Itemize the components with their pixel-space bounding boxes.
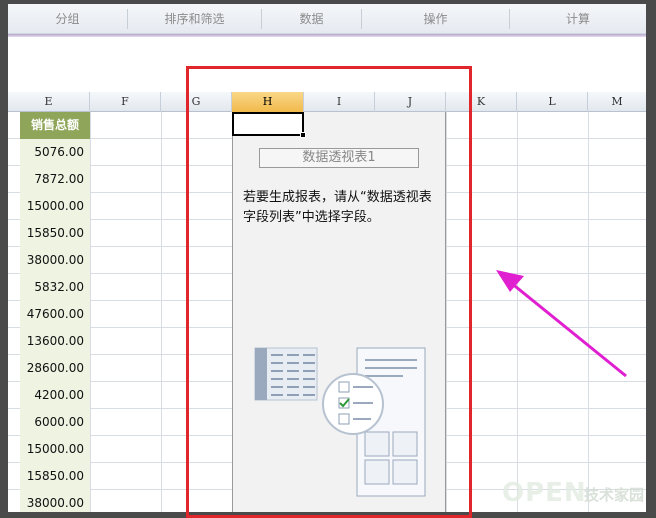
sales-value-cell[interactable]: 7872.00: [20, 166, 90, 193]
watermark-suffix: 技术家园: [584, 486, 645, 504]
grid-column-line: [90, 112, 91, 512]
sales-value-cell[interactable]: 6000.00: [20, 409, 90, 436]
sales-value-cell[interactable]: 47600.00: [20, 301, 90, 328]
grid-column-line: [446, 112, 447, 512]
column-header-k[interactable]: K: [446, 92, 517, 112]
ribbon-group-bar: 分组 排序和筛选 数据 操作 计算: [8, 4, 646, 34]
pivot-table-placeholder[interactable]: 数据透视表1 若要生成报表，请从“数据透视表字段列表”中选择字段。: [232, 112, 446, 512]
column-header-m[interactable]: M: [588, 92, 646, 112]
sales-value-cell[interactable]: 13600.00: [20, 328, 90, 355]
sales-value-cell[interactable]: 5076.00: [20, 139, 90, 166]
ribbon-group-group: 分组: [8, 9, 128, 29]
sales-value-cell[interactable]: 38000.00: [20, 490, 90, 512]
pivot-grid-icon: [254, 347, 318, 401]
grid-column-line: [161, 112, 162, 512]
column-header-row: E F G H I J K L M: [8, 92, 646, 112]
watermark-logo: OPEN 技术家园: [502, 476, 652, 512]
sales-total-header[interactable]: 销售总额: [20, 112, 90, 139]
ribbon-group-data: 数据: [262, 9, 362, 29]
pivot-table-title: 数据透视表1: [259, 148, 419, 168]
sales-value-cell[interactable]: 15000.00: [20, 436, 90, 463]
column-header-i[interactable]: I: [304, 92, 375, 112]
pointer-arrow-icon: [496, 270, 627, 378]
pivot-illustration-icon: [254, 347, 426, 497]
column-header-e[interactable]: E: [8, 92, 90, 112]
sales-value-cell[interactable]: 15000.00: [20, 193, 90, 220]
ribbon-group-sort-filter: 排序和筛选: [128, 9, 262, 29]
column-header-j[interactable]: J: [375, 92, 446, 112]
sales-value-cell[interactable]: 5832.00: [20, 274, 90, 301]
column-header-f[interactable]: F: [90, 92, 161, 112]
column-header-g[interactable]: G: [161, 92, 232, 112]
sales-value-cell[interactable]: 38000.00: [20, 247, 90, 274]
ribbon-blank-area: [8, 37, 646, 92]
sales-value-cell[interactable]: 28600.00: [20, 355, 90, 382]
column-header-h[interactable]: H: [232, 92, 304, 112]
watermark-brand: OPEN: [502, 478, 587, 508]
checkbox-magnifier-icon: [322, 373, 384, 435]
active-cell-h1[interactable]: [232, 112, 304, 136]
fill-handle[interactable]: [300, 132, 306, 138]
column-header-l[interactable]: L: [517, 92, 588, 112]
sales-value-cell[interactable]: 15850.00: [20, 220, 90, 247]
sales-value-cell[interactable]: 4200.00: [20, 382, 90, 409]
ribbon-group-calculate: 计算: [565, 12, 590, 26]
ribbon-group-actions: 操作: [362, 9, 510, 29]
sales-value-cell[interactable]: 15850.00: [20, 463, 90, 490]
pivot-table-instruction: 若要生成报表，请从“数据透视表字段列表”中选择字段。: [243, 190, 432, 225]
